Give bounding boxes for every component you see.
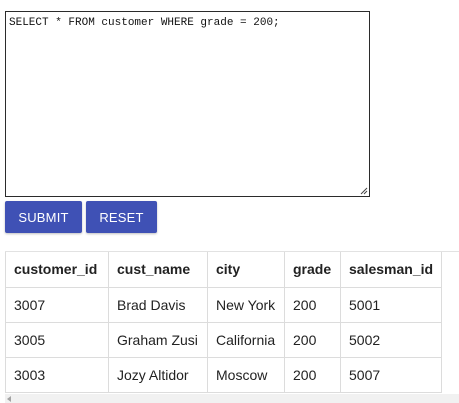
cell-cust-name: Graham Zusi: [108, 321, 208, 358]
column-header-customer-id: customer_id: [5, 252, 109, 288]
table-header-row: customer_id cust_name city grade salesma…: [5, 252, 443, 288]
resize-grip-icon[interactable]: [359, 186, 368, 195]
results-table: customer_id cust_name city grade salesma…: [5, 252, 443, 393]
scroll-left-arrow-icon[interactable]: [7, 396, 11, 402]
cell-city: Moscow: [207, 356, 285, 393]
cell-customer-id: 3007: [5, 286, 109, 323]
column-header-grade: grade: [284, 252, 341, 288]
results-table-container: customer_id cust_name city grade salesma…: [5, 251, 459, 403]
cell-salesman-id: 5007: [339, 356, 443, 393]
table-row: 3007 Brad Davis New York 200 5001: [5, 286, 443, 323]
cell-customer-id: 3005: [5, 321, 109, 358]
cell-cust-name: Jozy Altidor: [108, 356, 208, 393]
submit-button[interactable]: SUBMIT: [5, 201, 82, 233]
table-row: 3003 Jozy Altidor Moscow 200 5007: [5, 356, 443, 393]
cell-grade: 200: [284, 321, 341, 358]
cell-city: New York: [207, 286, 285, 323]
cell-salesman-id: 5002: [339, 321, 443, 358]
cell-salesman-id: 5001: [339, 286, 443, 323]
reset-button[interactable]: RESET: [86, 201, 157, 233]
cell-city: California: [207, 321, 285, 358]
cell-grade: 200: [284, 356, 341, 393]
column-header-cust-name: cust_name: [108, 252, 208, 288]
table-row: 3005 Graham Zusi California 200 5002: [5, 321, 443, 358]
column-header-salesman-id: salesman_id: [339, 252, 443, 288]
cell-grade: 200: [284, 286, 341, 323]
cell-cust-name: Brad Davis: [108, 286, 208, 323]
sql-query-editor[interactable]: SELECT * FROM customer WHERE grade = 200…: [5, 11, 370, 197]
cell-customer-id: 3003: [5, 356, 109, 393]
column-header-city: city: [207, 252, 285, 288]
sql-playground: SELECT * FROM customer WHERE grade = 200…: [0, 0, 459, 403]
horizontal-scrollbar[interactable]: [5, 394, 459, 403]
